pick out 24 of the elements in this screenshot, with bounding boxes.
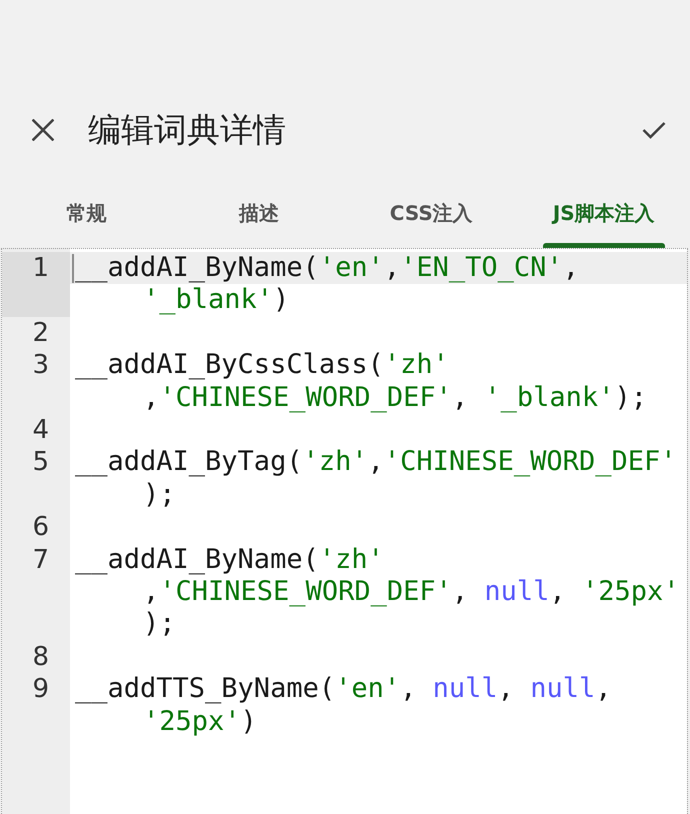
code-editor[interactable] bbox=[1, 248, 688, 814]
close-button[interactable] bbox=[31, 118, 55, 142]
line-number: 6 bbox=[32, 511, 49, 544]
line-number: 4 bbox=[32, 414, 49, 446]
page-title: 编辑词典详情 bbox=[88, 109, 286, 151]
line-number: 1 bbox=[32, 252, 49, 284]
line-number: 7 bbox=[32, 544, 49, 576]
tab[interactable]: JS脚本注入 bbox=[518, 188, 690, 248]
code-line: __addAI_ByName('en','EN_TO_CN', '_blank') bbox=[75, 252, 579, 317]
check-icon bbox=[642, 121, 666, 139]
close-icon bbox=[32, 119, 54, 141]
line-number: 9 bbox=[32, 673, 49, 706]
code-line: __addTTS_ByName('en', null, null, '25px') bbox=[75, 673, 612, 738]
tab[interactable]: 常规 bbox=[0, 188, 172, 248]
tab[interactable]: 描述 bbox=[172, 188, 345, 248]
line-number: 2 bbox=[32, 316, 49, 350]
text-cursor bbox=[72, 254, 74, 283]
code-line: __addAI_ByName('zh' ,'CHINESE_WORD_DEF', null, '25px' ); bbox=[75, 544, 680, 641]
line-number: 5 bbox=[32, 446, 49, 479]
line-number: 8 bbox=[32, 640, 49, 674]
line-number: 3 bbox=[32, 349, 49, 382]
code-line: __addAI_ByTag('zh','CHINESE_WORD_DEF' ); bbox=[75, 446, 676, 512]
tab[interactable]: CSS注入 bbox=[345, 188, 518, 248]
code-line: __addAI_ByCssClass('zh' ,'CHINESE_WORD_DEF', '_blank'); bbox=[75, 349, 647, 414]
